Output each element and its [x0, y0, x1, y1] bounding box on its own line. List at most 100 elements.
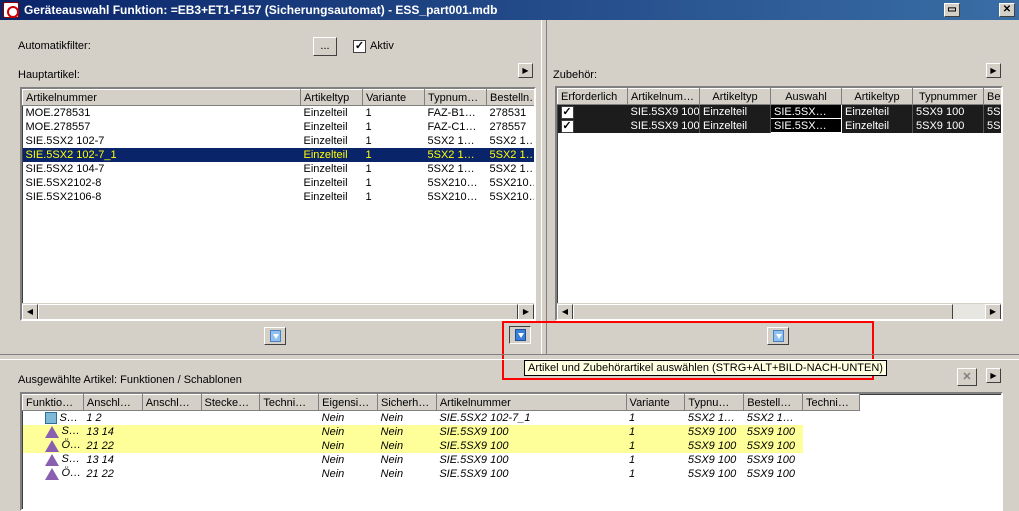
column-header[interactable]: Artikelnummer	[435, 394, 627, 411]
arrow-right-icon: ▶	[990, 371, 997, 380]
table-row[interactable]: SIE.5SX2102-8 Einzelteil 1 5SX210… 5SX210…	[23, 176, 536, 190]
table-row[interactable]: ✓ SIE.5SX9 100 Einzelteil SIE.5SX… Einzeltei…	[557, 104, 1001, 119]
table-row[interactable]: MOE.278557 Einzelteil 1 FAZ-C1… 278557	[23, 120, 535, 134]
aktiv-checkbox[interactable]: ✓	[353, 40, 366, 53]
horizontal-scrollbar[interactable]: ◀ ▶	[22, 303, 534, 319]
column-header[interactable]: Artikelnum…	[627, 88, 700, 105]
auswahl-cell[interactable]: SIE.5SX…	[770, 118, 842, 133]
table-cell	[802, 424, 860, 439]
table-cell: 1	[365, 106, 372, 119]
table-cell: 278531	[489, 106, 527, 119]
table-cell: 5SX210…	[427, 190, 478, 203]
delete-button[interactable]: ✕	[957, 368, 977, 386]
column-header[interactable]: Funktio…	[22, 394, 84, 411]
table-cell: SIE.5SX9 100	[439, 467, 509, 480]
column-header[interactable]: Auswahl	[770, 88, 842, 105]
table-cell: S…	[23, 411, 84, 425]
table-cell: Einzelteil	[300, 147, 363, 162]
zubehoer-label: Zubehör:	[553, 69, 598, 81]
horizontal-scrollbar[interactable]: ◀ ▶	[557, 303, 1001, 319]
arrow-down-icon	[270, 330, 281, 342]
close-button[interactable]: ✕	[999, 3, 1015, 17]
table-cell	[201, 453, 260, 467]
table-cell: 5SX9 100	[746, 453, 796, 466]
auswahl-cell[interactable]: SIE.5SX…	[770, 104, 842, 119]
table-header: Artikelnummer Artikeltyp Variante Typnum…	[22, 89, 534, 106]
column-header[interactable]: Techni…	[802, 394, 860, 411]
scroll-left-icon[interactable]: ◀	[557, 304, 573, 319]
table-cell: Einzelteil	[303, 120, 348, 133]
hauptartikel-expand-button[interactable]: ▶	[518, 63, 533, 78]
table-row[interactable]: Ö… 21 22 Nein Nein SIE.5SX9 100 1 5SX9 100 5SX9…	[22, 438, 860, 453]
column-header[interactable]: Bestelln…	[486, 89, 534, 106]
column-header[interactable]: Erforderlich	[557, 88, 628, 105]
column-header[interactable]: Techni…	[259, 394, 320, 411]
table-cell: 5SX2 1…	[489, 162, 536, 175]
table-cell: 5SX9 100	[684, 424, 744, 439]
table-cell: 5SX2 1…	[489, 134, 536, 147]
table-row[interactable]: S… 1 2 Nein Nein SIE.5SX2 102-7_1 1 5SX2 1… 5SX…	[23, 411, 860, 425]
column-header[interactable]: Artikeltyp	[300, 89, 363, 106]
table-cell: 5SX210…	[489, 176, 536, 189]
table-cell: FAZ-B1…	[427, 106, 476, 119]
column-header[interactable]: Bestell…	[743, 394, 804, 411]
table-cell: 5SX9 100	[687, 467, 737, 480]
erforderlich-checkbox[interactable]: ✓	[560, 120, 574, 133]
horizontal-splitter[interactable]	[0, 354, 1019, 360]
erforderlich-cell: ✓	[557, 104, 628, 119]
column-header[interactable]: Artikeltyp	[841, 88, 913, 105]
column-header[interactable]: Sicherh…	[377, 394, 437, 411]
table-cell: 5SX…	[983, 104, 1001, 119]
scroll-thumb[interactable]	[573, 304, 953, 319]
table-header: Funktio… Anschl… Anschl… Stecke… Techni… Eige…	[22, 394, 860, 411]
column-header[interactable]: Typnummer	[912, 88, 984, 105]
table-row[interactable]: S… 13 14 Nein Nein SIE.5SX9 100 1 5SX9 100 5SX9…	[23, 453, 860, 467]
table-cell: 5SX210…	[489, 190, 536, 203]
table-cell: MOE.278531	[25, 106, 91, 119]
scroll-right-icon[interactable]: ▶	[985, 304, 1001, 319]
table-row[interactable]: SIE.5SX2 102-7 Einzelteil 1 5SX2 1… 5SX2 1…	[23, 134, 536, 148]
column-header[interactable]: Typnu…	[684, 394, 745, 411]
column-header[interactable]: Artikelnummer	[22, 89, 301, 106]
column-header[interactable]: Stecke…	[200, 394, 261, 411]
column-header[interactable]: Typnum…	[424, 89, 487, 106]
erforderlich-checkbox[interactable]: ✓	[560, 106, 574, 119]
table-row[interactable]: SIE.5SX2 102-7_1 Einzelteil 1 5SX2 1… 5SX2 1…	[22, 147, 534, 162]
zubehoer-expand-button[interactable]: ▶	[986, 63, 1001, 78]
restore-icon: ▭	[947, 4, 957, 15]
table-cell: SIE.5SX2102-8	[25, 176, 102, 189]
scroll-thumb[interactable]	[38, 304, 518, 319]
table-cell: Nein	[321, 453, 345, 466]
zubehoer-table[interactable]: Erforderlich Artikelnum… Artikeltyp Ausw…	[555, 86, 1003, 321]
ausgewaehlt-table[interactable]: Funktio… Anschl… Anschl… Stecke… Techni… Eige…	[20, 392, 1003, 511]
move-down-button[interactable]	[264, 327, 286, 345]
vertical-splitter[interactable]	[541, 20, 547, 354]
table-cell	[802, 438, 860, 453]
function-label: S…	[61, 453, 80, 466]
column-header[interactable]: Variante	[362, 89, 425, 106]
template-icon	[44, 425, 59, 438]
table-row[interactable]: ✓ SIE.5SX9 100 Einzelteil SIE.5SX… Einzeltei…	[557, 118, 1001, 133]
column-header[interactable]: Artikeltyp	[699, 88, 771, 105]
table-row[interactable]: SIE.5SX2106-8 Einzelteil 1 5SX210… 5SX210…	[23, 190, 536, 204]
table-row[interactable]: MOE.278531 Einzelteil 1 FAZ-B1… 278531	[23, 106, 535, 120]
column-header[interactable]: Anschl…	[82, 394, 143, 411]
ausgewaehlt-expand-button[interactable]: ▶	[986, 368, 1001, 383]
table-row[interactable]: S… 13 14 Nein Nein SIE.5SX9 100 1 5SX9 100 5SX9…	[22, 424, 860, 439]
table-cell	[803, 467, 860, 481]
table-cell: FAZ-C1…	[427, 120, 477, 133]
column-header[interactable]: Eigensi…	[318, 394, 378, 411]
hauptartikel-table[interactable]: Artikelnummer Artikeltyp Variante Typnum…	[20, 87, 536, 321]
table-cell: 5SX2 1…	[427, 162, 475, 175]
scroll-right-icon[interactable]: ▶	[518, 304, 534, 319]
column-header[interactable]: Best…	[983, 88, 1001, 105]
column-header[interactable]: Anschl…	[141, 394, 202, 411]
filter-browse-button[interactable]: ...	[313, 37, 337, 56]
aktiv-label: Aktiv	[370, 40, 394, 52]
scroll-left-icon[interactable]: ◀	[22, 304, 38, 319]
function-label: Ö…	[61, 439, 82, 452]
restore-button[interactable]: ▭	[944, 3, 960, 17]
table-row[interactable]: Ö… 21 22 Nein Nein SIE.5SX9 100 1 5SX9 100 5SX9…	[23, 467, 860, 481]
column-header[interactable]: Variante	[625, 394, 686, 411]
table-row[interactable]: SIE.5SX2 104-7 Einzelteil 1 5SX2 1… 5SX2 1…	[23, 162, 536, 176]
